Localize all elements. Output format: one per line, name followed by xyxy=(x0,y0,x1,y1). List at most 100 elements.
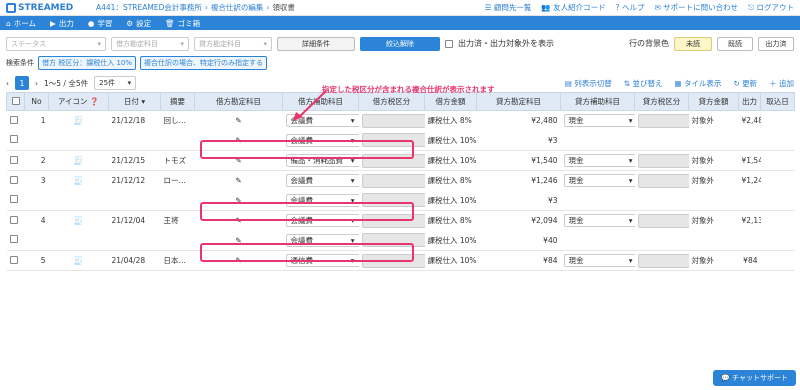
debit-account-dropdown[interactable]: 会議費 ▾ xyxy=(285,174,359,188)
row-debit-tax: 課税仕入 8% xyxy=(427,216,472,226)
row-checkbox[interactable] xyxy=(9,135,18,144)
nav-settings[interactable]: ⚙ 設定 xyxy=(126,18,151,29)
table-row[interactable]: 3 🧾 21/12/12 ロー… ✎ 会議費 ▾ 課税仕入 8% ¥1,246 現金 ▾ 対象外 ¥1,… xyxy=(6,170,795,191)
next-page-icon[interactable]: › xyxy=(35,79,38,88)
row-credit-amount: ¥1,249 xyxy=(741,176,761,186)
row-credit-amount: ¥1,540 xyxy=(738,150,761,171)
chevron-down-icon: ▾ xyxy=(628,116,633,126)
row-checkbox[interactable] xyxy=(9,195,18,204)
filter-bar: ステータス ▾ 借方勘定科目 ▾ 貸方勘定科目 ▾ 詳細条件 絞込解除 出力済・出力対… xyxy=(0,35,800,52)
row-checkbox[interactable] xyxy=(9,215,18,224)
receipt-icon[interactable]: 🧾 xyxy=(74,256,83,265)
row-date xyxy=(108,230,161,251)
row-credit-tax: 対象外 xyxy=(691,216,715,226)
nav-trash[interactable]: 🗑 ゴミ箱 xyxy=(165,18,200,29)
chevron-down-icon: ▾ xyxy=(180,39,184,48)
credit-account-select[interactable]: 貸方勘定科目 ▾ xyxy=(194,36,272,51)
sort-desc-icon: ▾ xyxy=(141,97,146,106)
read-color-button[interactable]: 既読 xyxy=(717,36,753,51)
condition-tag-tax[interactable]: 借方 税区分：課税仕入 10% xyxy=(38,55,137,70)
row-checkbox[interactable] xyxy=(9,155,18,164)
col-import-date: 取込日 xyxy=(760,92,795,111)
refresh-button[interactable]: ↻ 更新 xyxy=(733,78,757,89)
client-list-link[interactable]: ☰ 顧問先一覧 xyxy=(485,2,532,13)
top-header: STREAMED A441：STREAMED会計事務所 › 複合仕訳の編集 › 領収… xyxy=(0,0,800,16)
condition-tag-compound[interactable]: 複合仕訳の場合、特定行のみ指定する xyxy=(140,55,268,70)
credit-sub-field[interactable] xyxy=(637,153,689,168)
receipt-icon[interactable]: 🧾 xyxy=(74,216,83,225)
output-color-button[interactable]: 出力済 xyxy=(758,36,794,51)
row-memo: 回し… xyxy=(163,116,187,126)
annotation-text: 指定した税区分が含まれる複合仕訳が表示されます xyxy=(322,85,495,94)
col-credit-account: 貸方勘定科目 xyxy=(476,92,561,111)
unread-color-button[interactable]: 未読 xyxy=(674,36,712,51)
contact-support-link[interactable]: ✉ サポートに問い合わせ xyxy=(655,2,739,13)
row-memo xyxy=(160,230,195,251)
breadcrumb-compound[interactable]: 複合仕訳の編集 xyxy=(211,2,264,13)
status-select[interactable]: ステータス ▾ xyxy=(6,36,106,51)
sort-button[interactable]: ⇅ 並び替え xyxy=(624,78,663,89)
edit-icon[interactable]: ✎ xyxy=(235,116,241,125)
page-range: 1〜5 / 全5件 xyxy=(44,78,89,88)
credit-account-dropdown[interactable]: 現金 ▾ xyxy=(563,154,635,167)
col-debit-amount: 借方金額 xyxy=(424,92,477,111)
row-checkbox[interactable] xyxy=(9,175,18,184)
credit-sub-field[interactable] xyxy=(637,173,689,188)
help-link[interactable]: ? ヘルプ xyxy=(616,2,645,13)
chat-support-button[interactable]: 💬 チャットサポート xyxy=(713,370,796,386)
col-credit-amount: 貸方金額 xyxy=(688,92,739,111)
logout-link[interactable]: ⎋ ログアウト xyxy=(748,2,794,13)
col-memo: 摘要 xyxy=(160,92,195,111)
row-checkbox[interactable] xyxy=(9,115,18,124)
credit-sub-field[interactable] xyxy=(637,253,689,268)
nav-output[interactable]: ▶ 出力 xyxy=(50,18,74,29)
row-credit-amount xyxy=(738,130,761,151)
nav-learning[interactable]: ● 学習 xyxy=(88,18,113,29)
row-checkbox[interactable] xyxy=(9,255,18,264)
per-page-select[interactable]: 25件 ▾ xyxy=(94,76,137,90)
debit-sub-field[interactable] xyxy=(361,113,425,128)
search-conditions: 検索条件 借方 税区分：課税仕入 10% 複合仕訳の場合、特定行のみ指定する xyxy=(0,54,800,71)
row-no xyxy=(24,190,49,211)
receipt-icon[interactable]: 🧾 xyxy=(74,116,83,125)
receipt-icon[interactable]: 🧾 xyxy=(74,176,83,185)
row-checkbox[interactable] xyxy=(9,235,18,244)
credit-sub-field[interactable] xyxy=(637,213,689,228)
breadcrumb-office[interactable]: A441：STREAMED会計事務所 xyxy=(96,2,202,13)
show-output-checkbox[interactable] xyxy=(445,39,453,48)
app-logo[interactable]: STREAMED xyxy=(6,2,96,13)
credit-account-dropdown[interactable]: 現金 ▾ xyxy=(563,254,635,267)
col-date[interactable]: 日付 ▾ xyxy=(108,92,161,111)
row-debit-amount: ¥3 xyxy=(476,190,561,211)
row-credit-tax xyxy=(688,230,739,251)
edit-icon[interactable]: ✎ xyxy=(235,176,241,185)
detail-conditions-button[interactable]: 詳細条件 xyxy=(277,36,355,51)
credit-account-dropdown[interactable]: 現金 ▾ xyxy=(563,214,635,228)
select-all-checkbox[interactable] xyxy=(11,96,20,105)
clear-filter-button[interactable]: 絞込解除 xyxy=(360,36,440,51)
chevron-down-icon: ▾ xyxy=(350,176,355,186)
row-credit-tax: 対象外 xyxy=(688,150,739,171)
add-button[interactable]: ＋ 追加 xyxy=(769,78,794,89)
row-date: 21/12/12 xyxy=(111,176,146,186)
referral-code-link[interactable]: 👥 友人紹介コード xyxy=(541,2,605,13)
credit-account-dropdown[interactable]: 現金 ▾ xyxy=(563,174,635,188)
tile-view-button[interactable]: ▦ タイル表示 xyxy=(674,78,721,89)
row-credit-amount: ¥2,134 xyxy=(741,216,761,226)
debit-account-select[interactable]: 借方勘定科目 ▾ xyxy=(111,36,189,51)
learning-icon: ● xyxy=(87,18,95,28)
row-output xyxy=(761,211,795,231)
nav-home[interactable]: ⌂ ホーム xyxy=(6,18,36,29)
prev-page-icon[interactable]: ‹ xyxy=(6,79,9,88)
help-icon[interactable]: ❓ xyxy=(90,97,99,106)
debit-sub-field[interactable] xyxy=(361,173,425,188)
row-memo: トモズ xyxy=(160,150,195,171)
receipt-icon[interactable]: 🧾 xyxy=(74,156,83,165)
column-toggle-button[interactable]: ▤ 列表示切替 xyxy=(565,78,612,89)
chevron-down-icon: ▾ xyxy=(628,156,633,165)
row-no: 2 xyxy=(24,150,49,171)
credit-account-dropdown[interactable]: 現金 ▾ xyxy=(563,114,635,128)
table-row[interactable]: 1 🧾 21/12/18 回し… ✎ 会議費 ▾ 課税仕入 8% ¥2,480 現金 ▾ 対象外 ¥2,… xyxy=(6,110,795,131)
credit-sub-field[interactable] xyxy=(637,113,689,128)
page-number[interactable]: 1 xyxy=(15,76,29,90)
